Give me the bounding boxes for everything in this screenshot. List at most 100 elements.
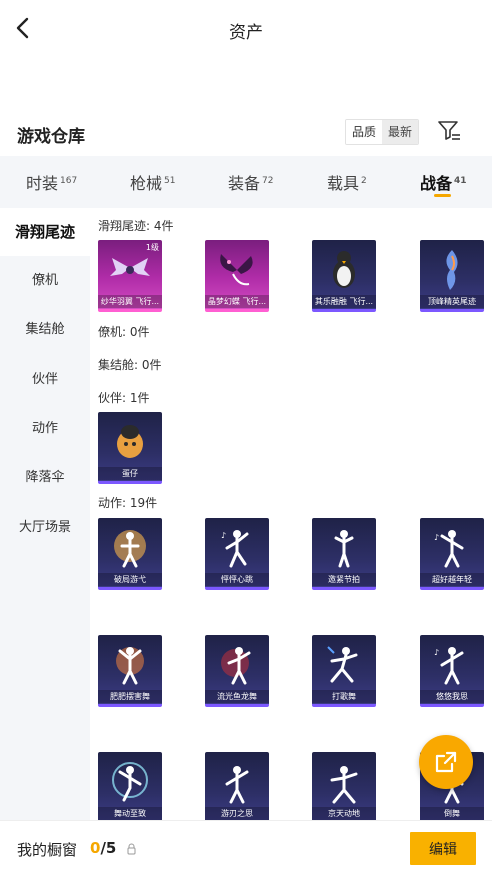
section-label-pod: 集结舱: 0件 [98,358,162,372]
flame-trail-icon [446,250,458,290]
showcase-current: 0 [90,839,101,857]
showcase-bar: 我的橱窗 0/5 编辑 [0,820,492,876]
item-name: 纱华羽翼 飞行... [98,295,162,308]
tab-firearms[interactable]: 枪械 51 [130,170,175,194]
egg-character-icon [117,425,143,458]
tab-label: 战备 [420,174,453,193]
item-card[interactable]: ♪ 怦怦心跳 [205,518,269,590]
tab-fashion[interactable]: 时装 167 [26,170,77,194]
dancer-icon [330,766,358,804]
sort-latest-button[interactable]: 最新 [382,120,419,144]
item-card[interactable]: 邀紧节拍 [312,518,376,590]
tab-battle-prep[interactable]: 战备 41 [420,170,467,194]
item-card[interactable]: 京天动地 [312,752,376,820]
item-name: 倒舞 [420,807,484,820]
showcase-label: 我的橱窗 [17,841,78,859]
tab-count: 167 [60,176,78,186]
item-card[interactable]: 顶峰精英尾迹 [420,240,484,312]
tab-equipment[interactable]: 装备 72 [228,170,273,194]
dancer-icon [116,647,144,685]
dancer-icon: ♪ [434,530,464,568]
item-card[interactable]: ♪ 超好越年轻 [420,518,484,590]
sidebar-item-pod[interactable]: 集结舱 [0,306,90,354]
item-name: 肥肥摆害舞 [98,690,162,703]
svg-text:♪: ♪ [434,648,439,657]
butterfly-icon [220,254,253,286]
top-bar: 资产 [0,0,492,58]
dancer-icon [225,766,249,804]
svg-text:♪: ♪ [434,533,439,542]
tab-label: 枪械 [130,174,163,193]
dancer-icon [221,647,251,685]
section-label-partner: 伙伴: 1件 [98,391,150,405]
dancer-icon: ♪ [221,530,249,568]
filter-settings-icon[interactable] [437,120,461,142]
item-card[interactable]: 流光鱼龙舞 [205,635,269,707]
tab-count: 72 [262,176,274,186]
tab-label: 时装 [26,174,59,193]
item-card[interactable]: 晶梦幻蝶 飞行... [205,240,269,312]
item-name: 悠悠我思 [420,690,484,703]
sort-toggle: 品质 最新 [345,119,420,145]
page-title: 资产 [229,23,263,43]
assets-page: 资产 游戏仓库 品质 最新 时装 167 枪械 51 装备 72 载具 2 战备 41 滑… [0,0,492,876]
item-name: 舞动至致 [98,807,162,820]
tab-label: 装备 [228,174,261,193]
dancer-icon [327,646,358,683]
item-name: 超好越年轻 [420,573,484,586]
tab-count: 51 [164,176,176,186]
svg-text:♪: ♪ [221,531,226,540]
section-label-wingman: 僚机: 0件 [98,325,150,339]
item-card[interactable]: 游刃之思 [205,752,269,820]
section-label-emote: 动作: 19件 [98,496,158,510]
sidebar-item-parachute[interactable]: 降落伞 [0,454,90,502]
tab-vehicles[interactable]: 载具 2 [327,170,367,194]
sort-quality-button[interactable]: 品质 [346,120,383,144]
item-name: 游刃之思 [205,807,269,820]
tab-label: 载具 [327,174,360,193]
item-name: 顶峰精英尾迹 [420,295,484,308]
sidebar-item-glide-trail[interactable]: 滑翔尾迹 [0,208,90,256]
item-card[interactable]: ♪ 悠悠我思 [420,635,484,707]
item-name: 破局游弋 [98,573,162,586]
item-card[interactable]: 打歌舞 [312,635,376,707]
tab-count: 2 [361,176,367,186]
warehouse-title: 游戏仓库 [17,127,85,147]
sidebar-item-emote[interactable]: 动作 [0,405,90,453]
section-label-glide: 滑翔尾迹: 4件 [98,219,174,233]
item-name: 怦怦心跳 [205,573,269,586]
dancer-icon [114,530,146,568]
item-grid: 滑翔尾迹: 4件 1级 纱华羽翼 飞行... 晶梦幻蝶 飞行... 其乐融融 飞… [90,208,492,820]
active-tab-indicator [434,194,451,197]
item-card[interactable]: 肥肥摆害舞 [98,635,162,707]
dancer-icon [112,762,148,802]
dancer-icon: ♪ [434,647,464,685]
category-tabs: 时装 167 枪械 51 装备 72 载具 2 战备 41 [0,156,492,208]
sidebar-item-lobby-scene[interactable]: 大厅场景 [0,504,90,552]
lock-icon [127,843,136,855]
item-name: 蛋仔 [98,467,162,480]
share-button[interactable] [419,735,473,789]
item-card[interactable]: 破局游弋 [98,518,162,590]
sidebar-item-partner[interactable]: 伙伴 [0,356,90,404]
penguin-icon [333,251,355,288]
item-name: 打歌舞 [312,690,376,703]
sidebar-item-wingman[interactable]: 僚机 [0,257,90,305]
edit-button[interactable]: 编辑 [410,832,476,865]
showcase-count: 0/5 [90,839,116,857]
showcase-total: /5 [100,839,117,857]
subcategory-sidebar: 滑翔尾迹 僚机 集结舱 伙伴 动作 降落伞 大厅场景 [0,208,90,820]
item-name: 流光鱼龙舞 [205,690,269,703]
item-name: 京天动地 [312,807,376,820]
item-card[interactable]: 舞动至致 [98,752,162,820]
tab-count: 41 [454,176,467,186]
item-name: 晶梦幻蝶 飞行... [205,295,269,308]
bat-wings-icon [110,258,150,276]
dancer-icon [334,530,354,568]
item-name: 邀紧节拍 [312,573,376,586]
share-external-icon [435,751,457,773]
item-card[interactable]: 其乐融融 飞行... [312,240,376,312]
item-card[interactable]: 蛋仔 [98,412,162,484]
item-name: 其乐融融 飞行... [312,295,376,308]
item-card[interactable]: 1级 纱华羽翼 飞行... [98,240,162,312]
